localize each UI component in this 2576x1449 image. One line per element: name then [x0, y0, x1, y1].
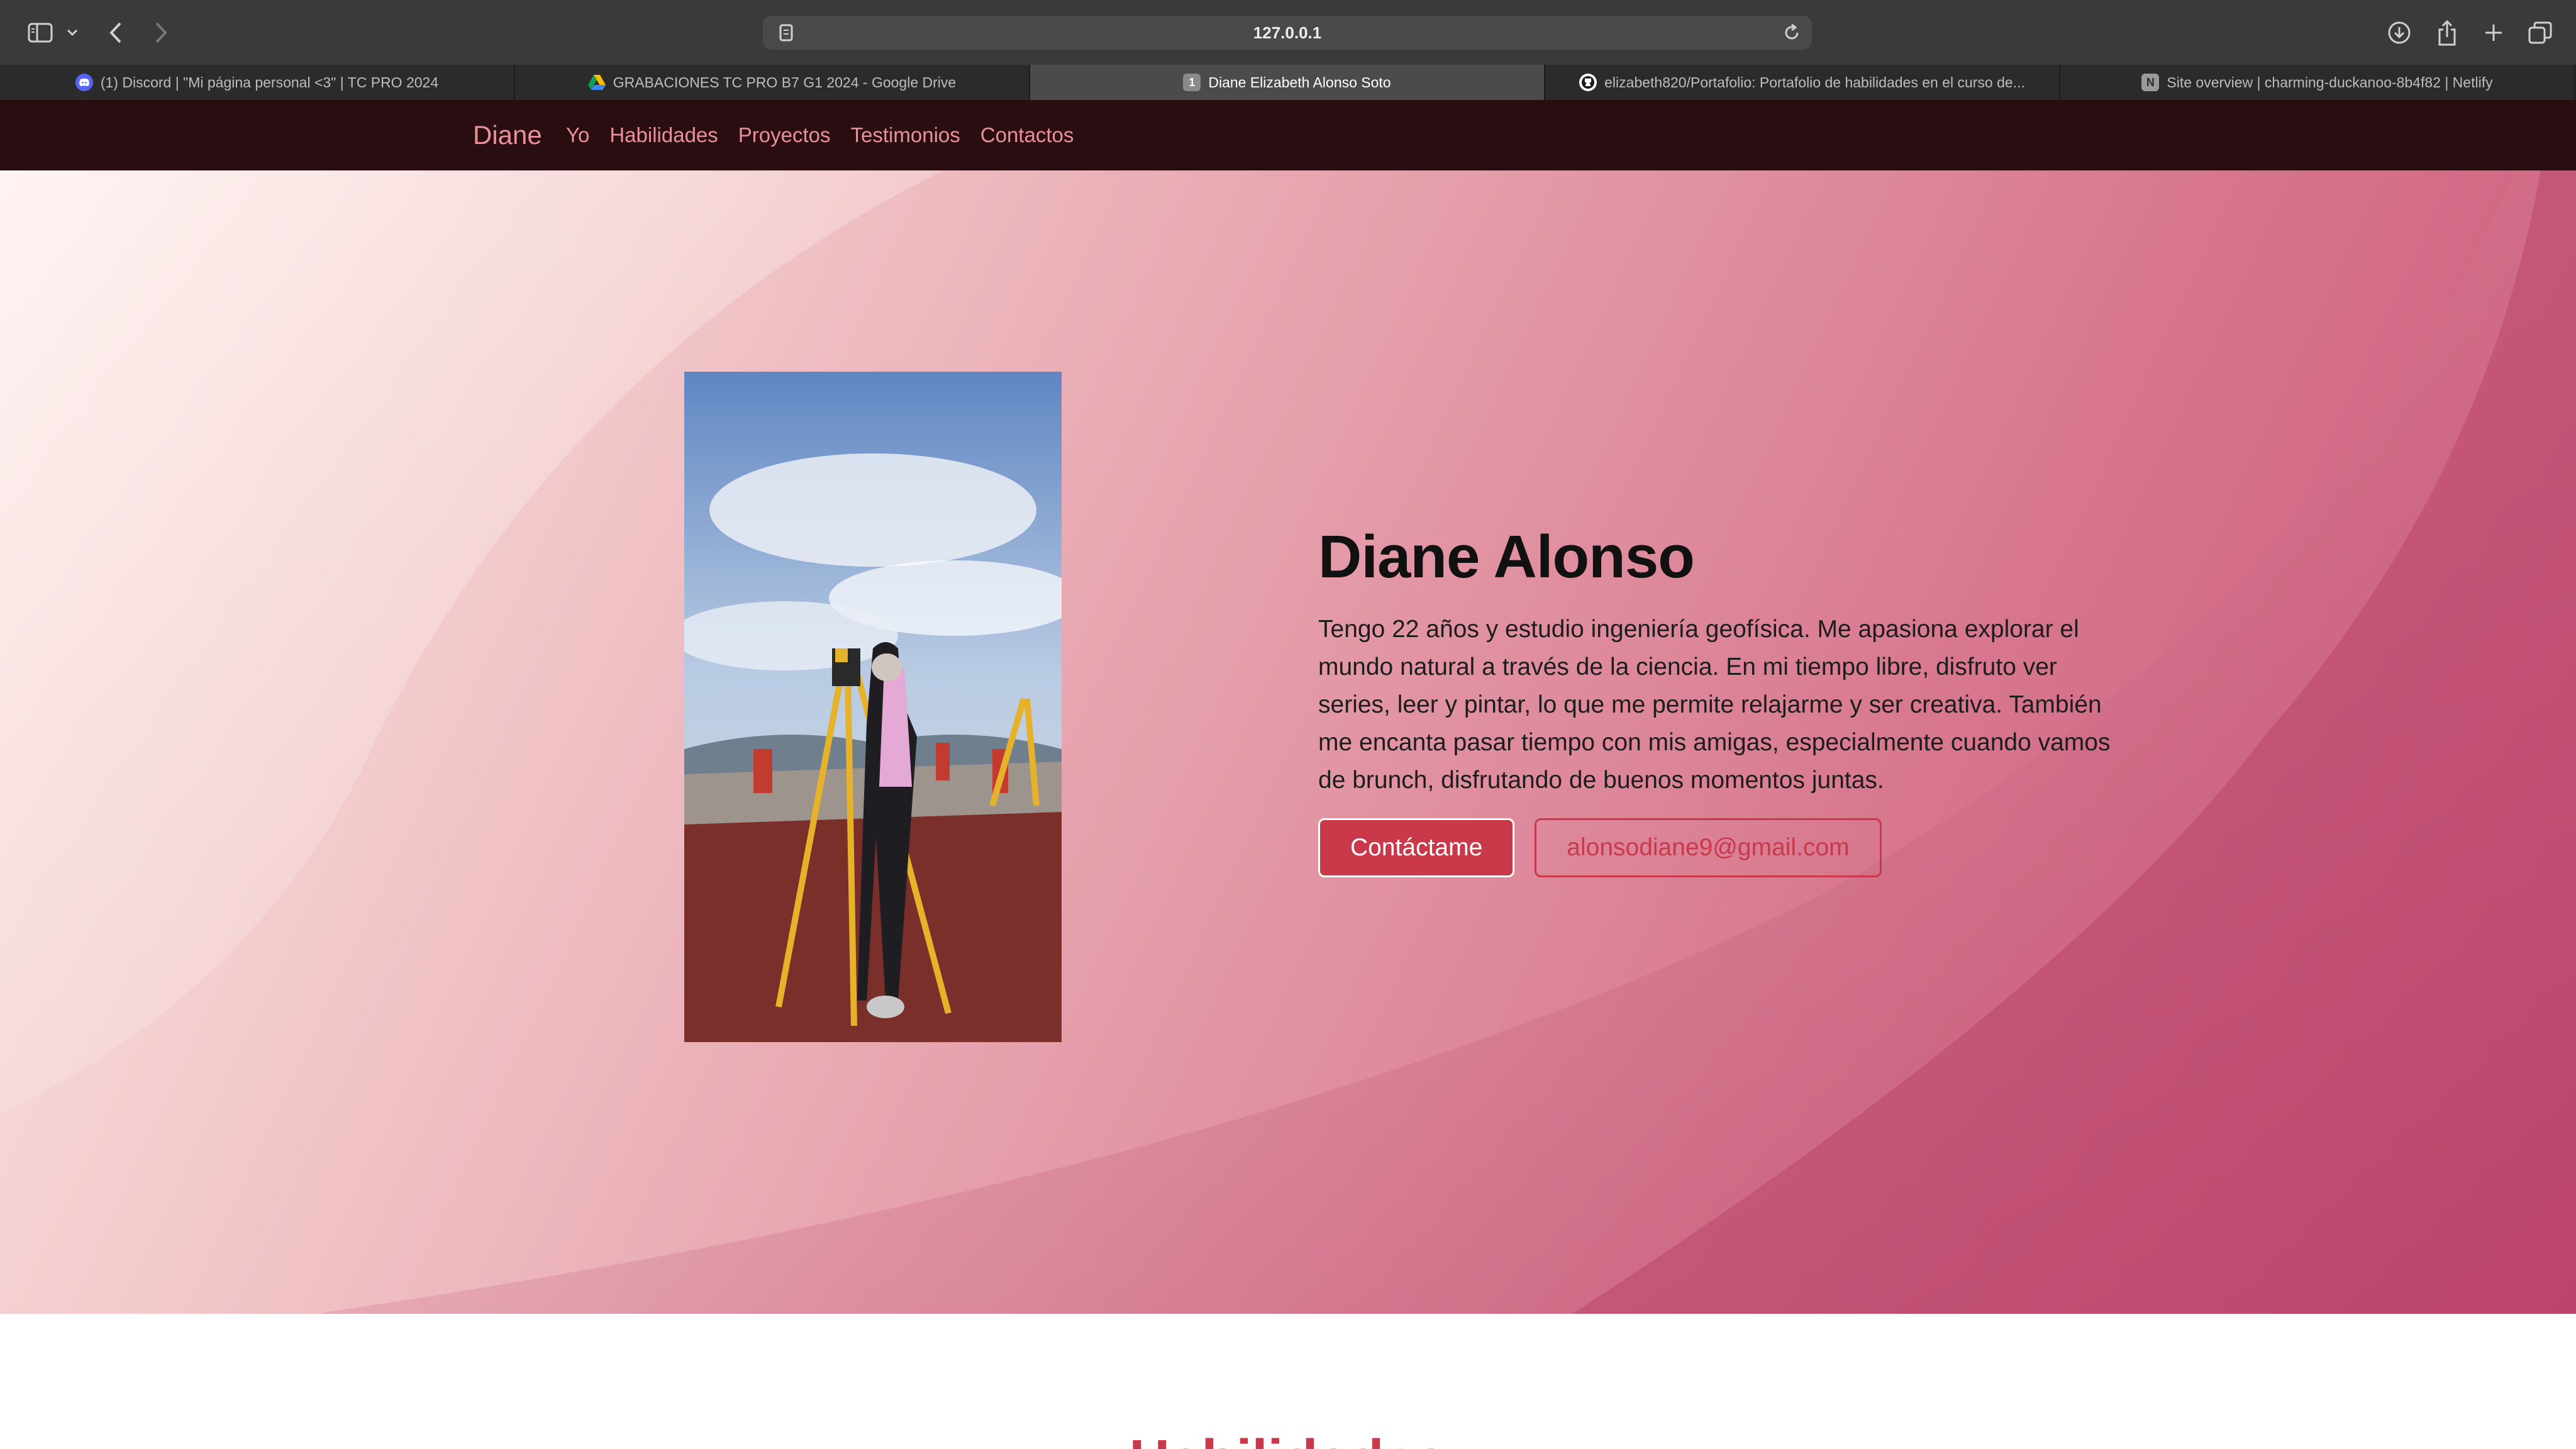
tab-google-drive[interactable]: GRABACIONES TC PRO B7 G1 2024 - Google D… [515, 65, 1030, 100]
chevron-down-icon[interactable] [63, 0, 82, 65]
hero-description: Tengo 22 años y estudio ingeniería geofí… [1318, 616, 2111, 794]
hero-content: Diane Alonso Tengo 22 años y estudio ing… [1318, 523, 2111, 877]
tab-discord[interactable]: (1) Discord | "Mi página personal <3" | … [0, 65, 515, 100]
nav-link-proyectos[interactable]: Proyectos [738, 123, 831, 147]
nav-links: Yo Habilidades Proyectos Testimonios Con… [566, 100, 1074, 170]
tab-strip: (1) Discord | "Mi página personal <3" | … [0, 65, 2576, 100]
share-icon[interactable] [2433, 0, 2462, 65]
tab-label: GRABACIONES TC PRO B7 G1 2024 - Google D… [613, 74, 957, 91]
tab-portfolio[interactable]: 1 Diane Elizabeth Alonso Soto [1030, 65, 1545, 100]
hero-buttons: Contáctame alonsodiane9@gmail.com [1318, 818, 2111, 877]
nav-link-habilidades[interactable]: Habilidades [609, 123, 718, 147]
downloads-icon[interactable] [2385, 0, 2414, 65]
address-text: 127.0.0.1 [1253, 23, 1322, 42]
tab-label: (1) Discord | "Mi página personal <3" | … [100, 74, 439, 91]
nav-link-yo[interactable]: Yo [566, 123, 589, 147]
section-title: Habilidades [0, 1428, 2576, 1449]
tab-github[interactable]: elizabeth820/Portafolio: Portafolio de h… [1545, 65, 2060, 100]
hero-title: Diane Alonso [1318, 523, 1695, 591]
page-icon: 1 [1183, 74, 1201, 91]
nav-brand[interactable]: Diane [473, 100, 542, 170]
tab-label: Site overview | charming-duckanoo-8b4f82… [2167, 74, 2493, 91]
tab-netlify[interactable]: N Site overview | charming-duckanoo-8b4f… [2060, 65, 2575, 100]
hero-background [0, 170, 2576, 1314]
nav-link-contactos[interactable]: Contactos [980, 123, 1074, 147]
nav-link-testimonios[interactable]: Testimonios [851, 123, 960, 147]
contact-button[interactable]: Contáctame [1318, 818, 1515, 877]
netlify-icon: N [2141, 74, 2160, 91]
back-icon[interactable] [103, 0, 128, 65]
sidebar-toggle-icon[interactable] [23, 0, 58, 65]
forward-icon[interactable] [148, 0, 174, 65]
address-bar[interactable]: 127.0.0.1 [763, 16, 1812, 50]
google-drive-icon [587, 74, 606, 91]
new-tab-icon[interactable] [2479, 0, 2508, 65]
tab-label: Diane Elizabeth Alonso Soto [1208, 74, 1391, 91]
tab-overview-icon[interactable] [2526, 0, 2555, 65]
reload-icon[interactable] [1780, 16, 1803, 50]
email-button[interactable]: alonsodiane9@gmail.com [1535, 818, 1882, 877]
hero-section: Diane Alonso Tengo 22 años y estudio ing… [0, 170, 2576, 1314]
site-navbar: Diane Yo Habilidades Proyectos Testimoni… [0, 100, 2576, 170]
tab-label: elizabeth820/Portafolio: Portafolio de h… [1604, 74, 2025, 91]
skills-section: Habilidades [0, 1314, 2576, 1449]
profile-photo [684, 372, 1062, 1042]
github-icon [1579, 74, 1597, 91]
browser-toolbar: 127.0.0.1 [0, 0, 2576, 65]
discord-icon [75, 74, 93, 91]
